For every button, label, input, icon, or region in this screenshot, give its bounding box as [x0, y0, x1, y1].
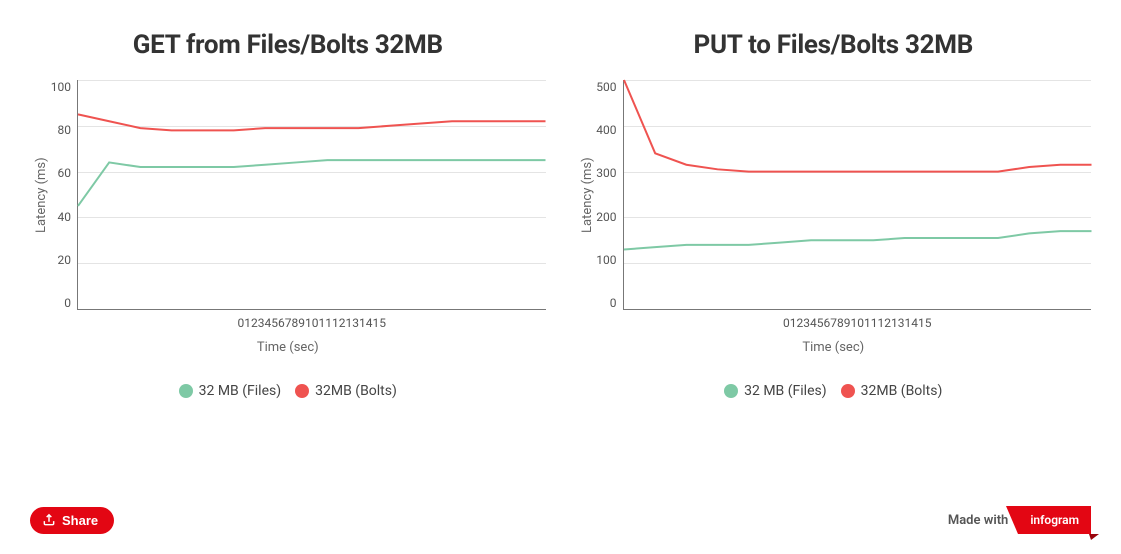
legend-dot-icon: [724, 384, 738, 398]
share-icon: [42, 513, 56, 527]
x-tick: 7: [285, 316, 292, 330]
x-tick: 8: [292, 316, 299, 330]
chart-put: PUT to Files/Bolts 32MB Latency (ms) 500…: [576, 30, 1092, 486]
x-tick: 3: [258, 316, 265, 330]
legend: 32 MB (Files) 32MB (Bolts): [724, 383, 942, 399]
share-label: Share: [62, 513, 98, 528]
y-tick: 400: [595, 123, 617, 137]
x-tick: 15: [373, 316, 387, 330]
share-button[interactable]: Share: [30, 507, 114, 534]
brand-label: infogram: [1030, 513, 1079, 527]
y-tick: 20: [49, 253, 71, 267]
series-line: [78, 114, 546, 130]
charts-row: GET from Files/Bolts 32MB Latency (ms) 1…: [30, 30, 1091, 486]
y-tick: 100: [49, 80, 71, 94]
legend-item-bolts: 32MB (Bolts): [841, 383, 943, 399]
x-tick: 5: [271, 316, 278, 330]
x-tick: 10: [305, 316, 319, 330]
chart-grid: [77, 80, 546, 310]
legend-dot-icon: [841, 384, 855, 398]
x-tick: 12: [332, 316, 346, 330]
y-tick: 40: [49, 210, 71, 224]
x-tick: 3: [803, 316, 810, 330]
y-tick: 60: [49, 166, 71, 180]
x-tick: 0: [238, 316, 245, 330]
x-tick: 7: [830, 316, 837, 330]
x-tick: 0: [783, 316, 790, 330]
legend-label: 32 MB (Files): [744, 383, 827, 399]
infogram-link[interactable]: infogram: [1018, 506, 1091, 534]
x-tick: 6: [824, 316, 831, 330]
y-tick: 100: [595, 253, 617, 267]
plot-area: Latency (ms) 500 400 300 200 100 0: [576, 80, 1092, 310]
x-tick: 11: [864, 316, 878, 330]
x-tick: 2: [251, 316, 258, 330]
x-axis-label: Time (sec): [257, 340, 319, 355]
chart-title: PUT to Files/Bolts 32MB: [693, 30, 973, 60]
x-tick: 13: [346, 316, 360, 330]
x-tick: 6: [278, 316, 285, 330]
legend-item-files: 32 MB (Files): [724, 383, 827, 399]
x-tick: 13: [891, 316, 905, 330]
x-axis-label: Time (sec): [802, 340, 864, 355]
y-tick: 200: [595, 210, 617, 224]
x-tick: 1: [244, 316, 251, 330]
y-ticks: 100 80 60 40 20 0: [49, 80, 77, 310]
x-tick: 1: [790, 316, 797, 330]
made-with: Made with infogram: [948, 506, 1091, 534]
y-axis-label: Latency (ms): [30, 80, 49, 310]
y-tick: 0: [49, 296, 71, 310]
x-tick: 11: [319, 316, 333, 330]
legend-dot-icon: [295, 384, 309, 398]
made-with-label: Made with: [948, 513, 1009, 528]
x-tick: 10: [851, 316, 865, 330]
legend-label: 32MB (Bolts): [315, 383, 397, 399]
x-tick: 5: [817, 316, 824, 330]
legend-item-files: 32 MB (Files): [179, 383, 282, 399]
chart-title: GET from Files/Bolts 32MB: [133, 30, 443, 60]
legend: 32 MB (Files) 32MB (Bolts): [179, 383, 397, 399]
y-tick: 0: [595, 296, 617, 310]
series-line: [624, 80, 1092, 172]
x-tick: 12: [878, 316, 892, 330]
chart-grid: [623, 80, 1092, 310]
legend-dot-icon: [179, 384, 193, 398]
y-tick: 500: [595, 80, 617, 94]
x-tick: 8: [837, 316, 844, 330]
x-ticks: 0123456789101112131415: [190, 316, 387, 330]
chart-get: GET from Files/Bolts 32MB Latency (ms) 1…: [30, 30, 546, 486]
series-line: [624, 231, 1092, 249]
y-axis-label: Latency (ms): [576, 80, 595, 310]
x-tick: 2: [797, 316, 804, 330]
chart-lines: [624, 80, 1092, 309]
chart-lines: [78, 80, 546, 309]
y-tick: 300: [595, 166, 617, 180]
legend-item-bolts: 32MB (Bolts): [295, 383, 397, 399]
y-tick: 80: [49, 123, 71, 137]
legend-label: 32 MB (Files): [199, 383, 282, 399]
y-ticks: 500 400 300 200 100 0: [595, 80, 623, 310]
x-tick: 4: [810, 316, 817, 330]
series-line: [78, 160, 546, 206]
bottom-bar: Share Made with infogram: [30, 506, 1091, 534]
legend-label: 32MB (Bolts): [861, 383, 943, 399]
x-tick: 14: [359, 316, 373, 330]
x-tick: 4: [265, 316, 272, 330]
x-tick: 9: [298, 316, 305, 330]
x-tick: 15: [918, 316, 932, 330]
x-ticks: 0123456789101112131415: [735, 316, 932, 330]
x-tick: 9: [844, 316, 851, 330]
x-tick: 14: [905, 316, 919, 330]
plot-area: Latency (ms) 100 80 60 40 20 0: [30, 80, 546, 310]
